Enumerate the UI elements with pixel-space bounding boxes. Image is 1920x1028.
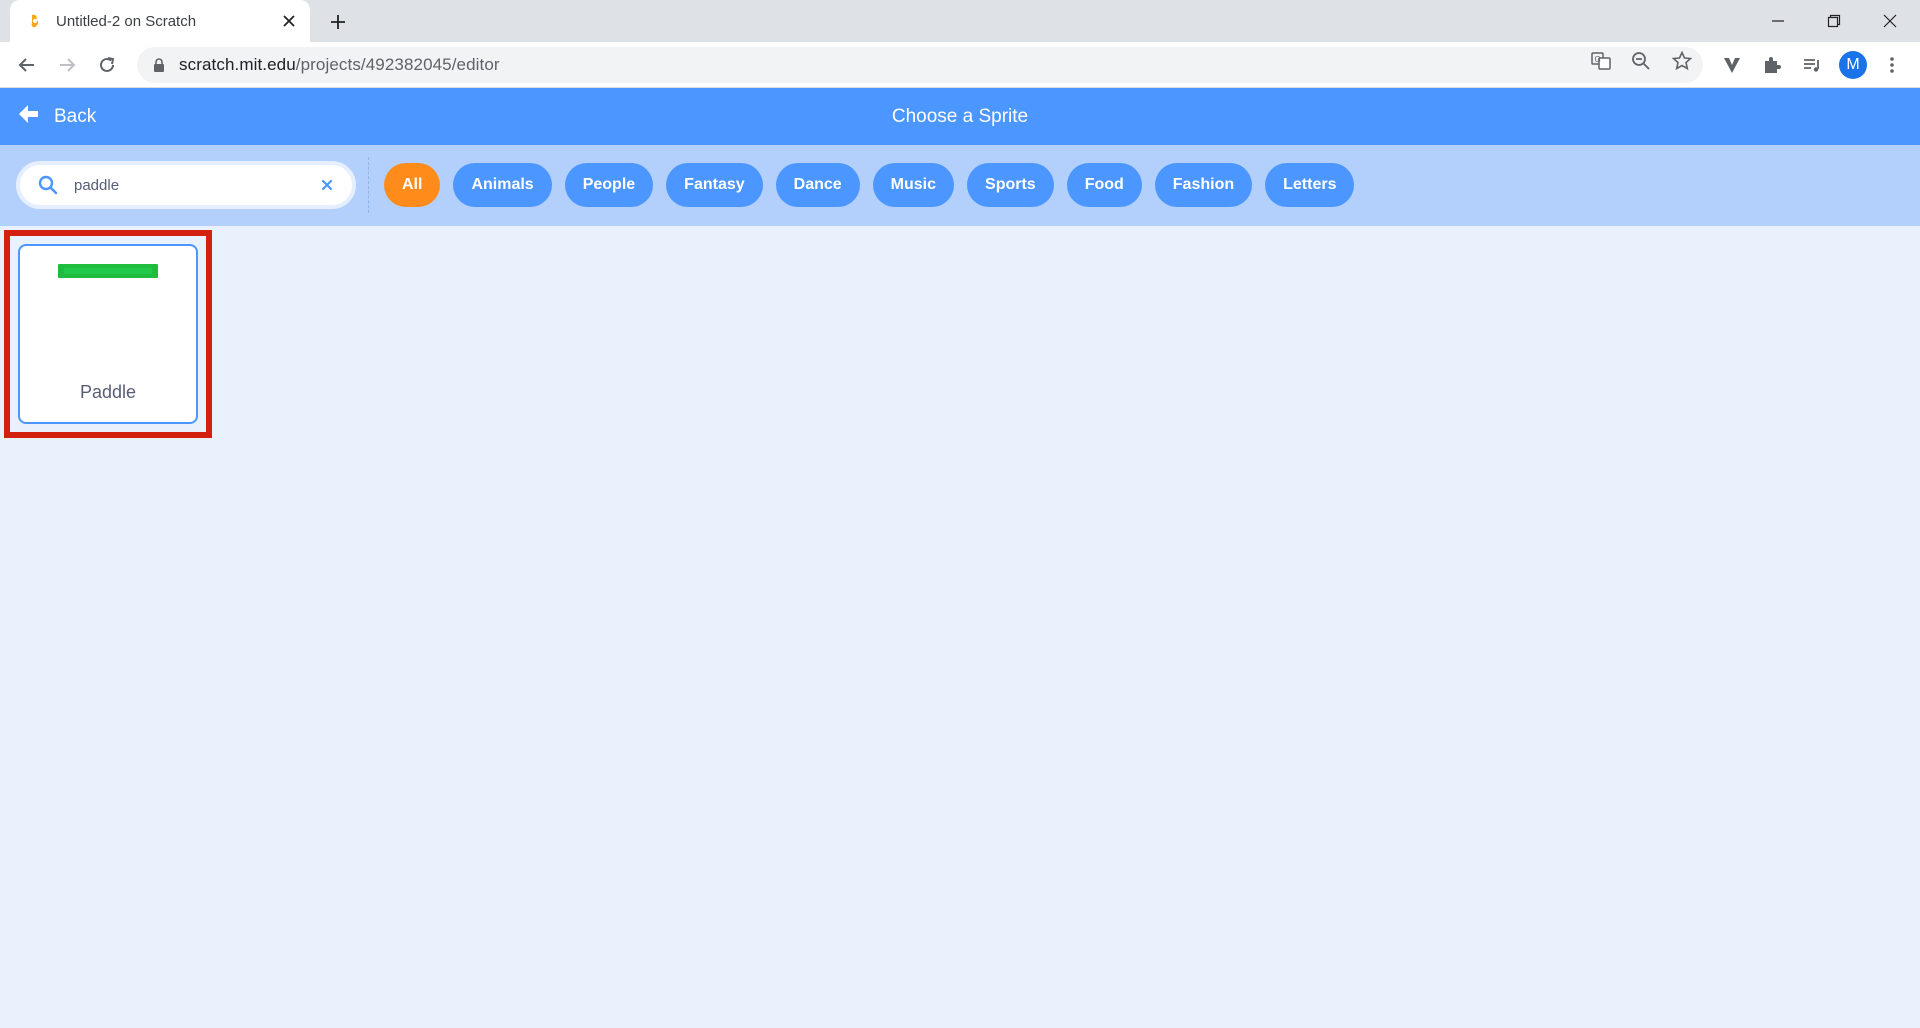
paddle-sprite-image bbox=[58, 264, 158, 278]
library-header: Back Choose a Sprite bbox=[0, 88, 1920, 145]
reload-icon[interactable] bbox=[91, 49, 123, 81]
restore-icon[interactable] bbox=[1806, 0, 1862, 42]
back-button[interactable]: Back bbox=[18, 88, 96, 145]
tag-fashion[interactable]: Fashion bbox=[1154, 163, 1253, 207]
forward-arrow-icon[interactable] bbox=[51, 49, 83, 81]
tab-close-icon[interactable] bbox=[278, 10, 300, 32]
tag-dance[interactable]: Dance bbox=[775, 163, 860, 207]
window-close-icon[interactable] bbox=[1862, 0, 1918, 42]
paddle-sprite-fill bbox=[64, 268, 152, 274]
new-tab-icon[interactable] bbox=[324, 8, 352, 36]
back-arrow-icon[interactable] bbox=[11, 49, 43, 81]
browser-menu-icon[interactable] bbox=[1880, 53, 1904, 77]
search-input[interactable] bbox=[72, 175, 306, 195]
browser-toolbar: scratch.mit.edu/projects/492382045/edito… bbox=[0, 42, 1920, 88]
filter-bar: All Animals People Fantasy Dance Music S… bbox=[0, 145, 1920, 226]
extension-v-icon[interactable] bbox=[1720, 53, 1744, 77]
url-host: scratch.mit.edu bbox=[179, 55, 296, 74]
browser-tabstrip: Untitled-2 on Scratch bbox=[0, 0, 1920, 42]
svg-text:G: G bbox=[1595, 55, 1601, 64]
search-box[interactable] bbox=[16, 161, 356, 209]
browser-tab[interactable]: Untitled-2 on Scratch bbox=[10, 0, 310, 42]
translate-icon[interactable]: G bbox=[1591, 51, 1611, 71]
search-icon bbox=[36, 173, 60, 197]
scratch-favicon-icon bbox=[27, 13, 43, 29]
filter-divider bbox=[368, 157, 369, 213]
tag-animals[interactable]: Animals bbox=[453, 163, 552, 207]
url-path: /projects/492382045/editor bbox=[295, 55, 500, 74]
back-arrow-icon bbox=[18, 104, 40, 129]
tag-sports[interactable]: Sports bbox=[967, 163, 1054, 207]
sprite-item-paddle[interactable]: Paddle bbox=[18, 244, 198, 424]
category-tags: All Animals People Fantasy Dance Music S… bbox=[384, 163, 1367, 207]
lock-icon[interactable] bbox=[151, 57, 167, 73]
tag-all[interactable]: All bbox=[384, 163, 441, 207]
tag-music[interactable]: Music bbox=[872, 163, 955, 207]
sprite-library: Paddle bbox=[0, 226, 1920, 1028]
clear-search-icon[interactable] bbox=[318, 176, 336, 194]
url-text: scratch.mit.edu/projects/492382045/edito… bbox=[179, 55, 500, 75]
back-label: Back bbox=[54, 105, 97, 127]
tag-fantasy[interactable]: Fantasy bbox=[666, 163, 763, 207]
media-queue-icon[interactable] bbox=[1800, 53, 1824, 77]
header-title: Choose a Sprite bbox=[891, 106, 1029, 127]
tag-letters[interactable]: Letters bbox=[1265, 163, 1355, 207]
minimize-icon[interactable] bbox=[1750, 0, 1806, 42]
tab-title: Untitled-2 on Scratch bbox=[56, 12, 197, 30]
sprite-name: Paddle bbox=[79, 382, 137, 402]
bookmark-star-icon[interactable] bbox=[1672, 51, 1692, 71]
zoom-out-icon[interactable] bbox=[1631, 51, 1651, 71]
extensions-puzzle-icon[interactable] bbox=[1760, 53, 1784, 77]
tag-food[interactable]: Food bbox=[1066, 163, 1142, 207]
tag-people[interactable]: People bbox=[564, 163, 654, 207]
profile-avatar[interactable]: M bbox=[1839, 51, 1867, 79]
address-bar[interactable]: scratch.mit.edu/projects/492382045/edito… bbox=[137, 47, 1703, 83]
